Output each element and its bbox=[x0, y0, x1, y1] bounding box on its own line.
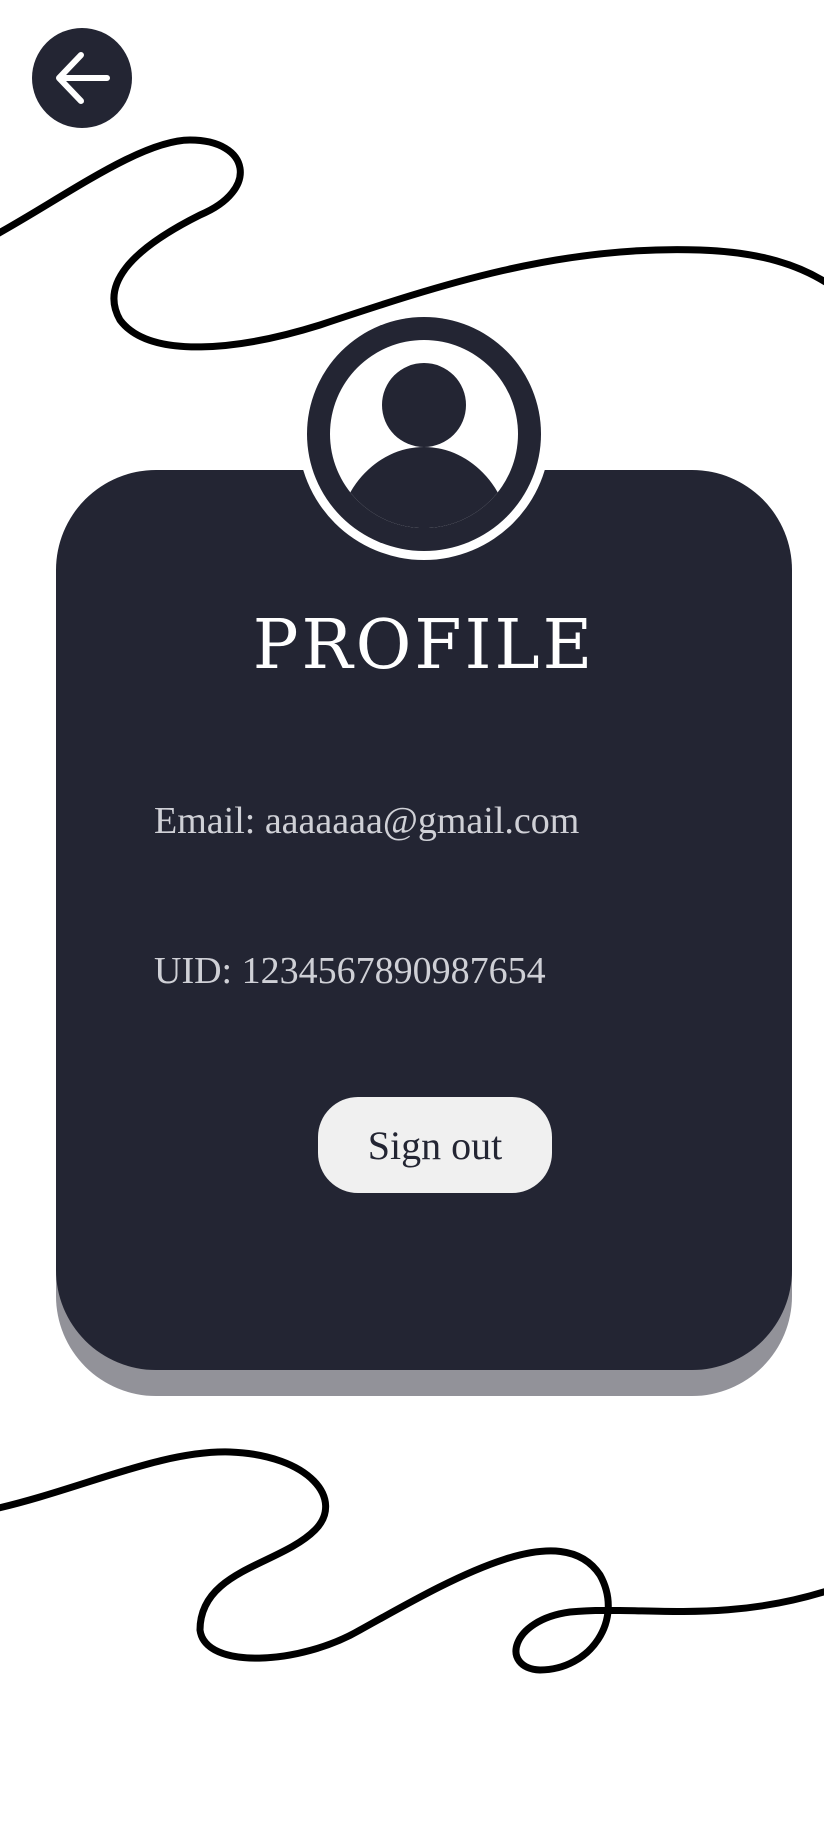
email-value: aaaaaaa@gmail.com bbox=[264, 800, 580, 842]
back-button[interactable] bbox=[32, 28, 132, 128]
email-label: Email: bbox=[154, 800, 256, 842]
page-title: PROFILE bbox=[252, 606, 596, 685]
avatar bbox=[298, 308, 550, 560]
sign-out-button[interactable]: Sign out bbox=[318, 1097, 552, 1193]
uid-value: 1234567890987654 bbox=[241, 950, 546, 992]
uid-row: UID: 1234567890987654 bbox=[154, 948, 546, 994]
decorative-squiggle-bottom bbox=[0, 1448, 824, 1674]
arrow-left-icon bbox=[56, 52, 110, 104]
user-avatar-icon bbox=[307, 317, 541, 551]
email-row: Email: aaaaaaa@gmail.com bbox=[154, 798, 579, 844]
profile-card bbox=[56, 470, 792, 1370]
uid-label: UID: bbox=[154, 950, 233, 992]
